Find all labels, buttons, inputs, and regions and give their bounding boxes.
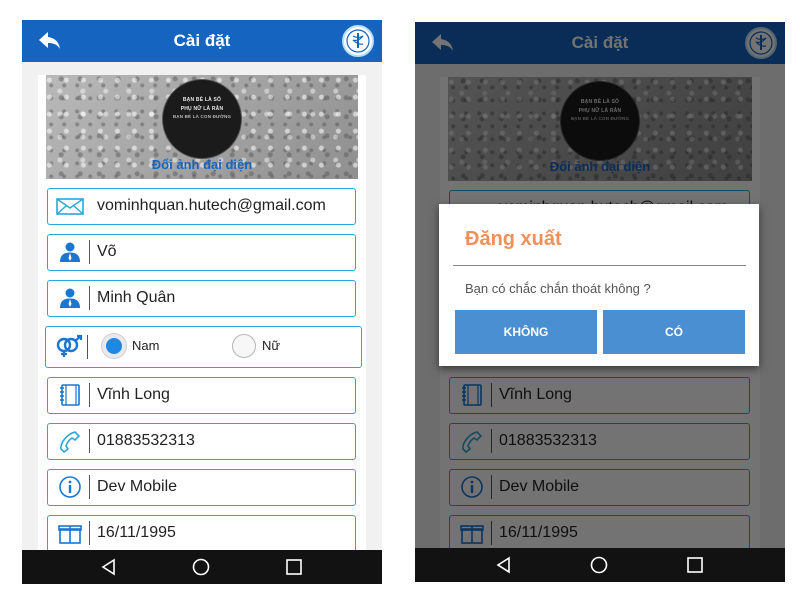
settings-screen-logout-dialog: Cài đặt BẠN BÈ LÀ SỐ PHỤ NỮ LÀ RẮN BẠN B… (415, 22, 785, 582)
settings-screen: Cài đặt BẠN BÈ LÀ SỐ PHỤ NỮ LÀ RẮN BẠN B… (22, 20, 382, 584)
field-divider (89, 475, 90, 499)
field-divider (89, 383, 90, 407)
birthday-field[interactable]: 16/11/1995 (47, 515, 356, 550)
field-divider (89, 286, 90, 310)
gift-icon (58, 525, 82, 544)
city-field[interactable]: Vĩnh Long (47, 377, 356, 414)
avatar[interactable]: BẠN BÈ LÀ SỐ PHỤ NỮ LÀ RẮN BẠN BÈ LÀ CON… (162, 79, 242, 159)
nav-recents-icon[interactable] (686, 556, 704, 574)
field-divider (89, 240, 90, 264)
app-bar: Cài đặt (22, 20, 382, 62)
nav-recents-icon[interactable] (285, 558, 303, 576)
dialog-message: Bạn có chắc chắn thoát không ? (465, 281, 651, 296)
person-icon (60, 242, 80, 262)
phone-icon (60, 431, 81, 453)
gender-field: Nam Nữ (45, 326, 362, 368)
person-icon (60, 288, 80, 308)
nav-home-icon[interactable] (192, 558, 210, 576)
nav-back-icon[interactable] (100, 558, 118, 576)
gender-female-label: Nữ (262, 338, 281, 353)
phone-value: 01883532313 (97, 432, 195, 449)
field-divider (89, 521, 90, 545)
android-nav-bar (415, 548, 785, 582)
last-name-value: Võ (97, 243, 117, 260)
android-nav-bar (22, 550, 382, 584)
avatar-text-line: BẠN BÈ LÀ CON ĐƯỜNG (172, 114, 232, 119)
notebook-icon (60, 384, 80, 406)
dialog-divider (453, 265, 746, 266)
gender-male-radio[interactable] (102, 334, 126, 358)
job-value: Dev Mobile (97, 478, 178, 495)
birthday-value: 16/11/1995 (97, 524, 176, 541)
nav-back-icon[interactable] (495, 556, 513, 574)
field-divider (89, 429, 90, 453)
cancel-button[interactable]: KHÔNG (455, 310, 597, 354)
dialog-title: Đăng xuất (465, 228, 562, 250)
gender-female-radio[interactable] (232, 334, 256, 358)
gender-icon (56, 334, 83, 357)
avatar-text-line: BẠN BÈ LÀ SỐ (182, 97, 222, 103)
first-name-field[interactable]: Minh Quân (47, 280, 356, 317)
job-field[interactable]: Dev Mobile (47, 469, 356, 506)
confirm-logout-button[interactable]: CÓ (603, 310, 745, 354)
logout-dialog: Đăng xuất Bạn có chắc chắn thoát không ?… (439, 204, 759, 366)
field-divider (87, 335, 88, 359)
info-icon (59, 476, 81, 498)
medical-logo-icon (342, 25, 374, 57)
settings-content: BẠN BÈ LÀ SỐ PHỤ NỮ LÀ RẮN BẠN BÈ LÀ CON… (22, 62, 382, 550)
email-field[interactable]: vominhquan.hutech@gmail.com (47, 188, 356, 225)
first-name-value: Minh Quân (97, 289, 176, 306)
page-title: Cài đặt (173, 31, 231, 50)
last-name-field[interactable]: Võ (47, 234, 356, 271)
gender-male-label: Nam (132, 338, 160, 353)
city-value: Vĩnh Long (97, 386, 170, 403)
change-avatar-link[interactable]: Đổi ảnh đại diện (46, 157, 358, 172)
cover-image: BẠN BÈ LÀ SỐ PHỤ NỮ LÀ RẮN BẠN BÈ LÀ CON… (46, 75, 358, 179)
email-value: vominhquan.hutech@gmail.com (97, 197, 326, 214)
envelope-icon (56, 198, 84, 215)
phone-field[interactable]: 01883532313 (47, 423, 356, 460)
profile-card: BẠN BÈ LÀ SỐ PHỤ NỮ LÀ RẮN BẠN BÈ LÀ CON… (38, 75, 366, 550)
avatar-text-line: PHỤ NỮ LÀ RẮN (180, 105, 224, 112)
nav-home-icon[interactable] (590, 556, 608, 574)
